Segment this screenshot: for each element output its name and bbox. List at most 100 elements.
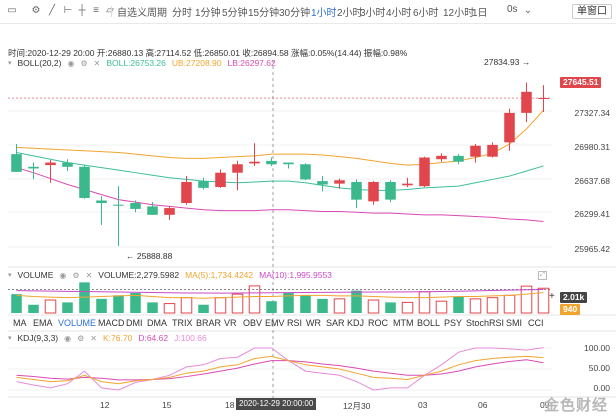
tab-obv[interactable]: OBV (243, 318, 262, 328)
candle-body (79, 166, 90, 198)
x-tick-0: 12 (100, 400, 110, 410)
candle-body (249, 161, 260, 164)
volume-bar (28, 304, 39, 313)
candle-body (334, 180, 345, 184)
kdj-y-100: 100.00 (584, 343, 610, 353)
volume-ma10-line (16, 288, 544, 294)
volume-bar (44, 299, 57, 314)
min-price-text: 25888.88 (136, 251, 173, 261)
tab-ema[interactable]: EMA (33, 318, 53, 328)
candle-body (368, 181, 379, 202)
volume-value: VOLUME:2,279.5982 (98, 270, 180, 280)
volume-bar (300, 295, 311, 313)
volume-bar (11, 294, 22, 313)
candle-body (266, 160, 277, 165)
tab-vr[interactable]: VR (224, 318, 237, 328)
volume-bar (385, 302, 396, 313)
volume-bar (96, 298, 107, 313)
max-price-label: 27834.93 → (484, 57, 530, 67)
kdj-j: J:100.66 (174, 333, 207, 343)
x-tick-3: 12月30 (343, 401, 371, 411)
kdj-legend: ▾ KDJ(9,3,3) ◉ ⚙ ✕ K:76.70 D:64.62 J:100… (8, 333, 207, 343)
candle-body (521, 91, 532, 113)
tab-kdj[interactable]: KDJ (347, 318, 364, 328)
candle-body (215, 172, 226, 188)
volume-bar (147, 302, 158, 313)
volume-collapse-icon[interactable]: ▾ (8, 271, 12, 279)
x-tick-2: 18 (225, 400, 235, 410)
volume-bar (503, 294, 516, 314)
boll-mid-line (16, 151, 544, 191)
volume-legend: ▾ VOLUME ◉ ⚙ ✕ VOLUME:2,279.5982 MA(5):1… (8, 270, 332, 280)
min-arrow: ← (126, 251, 135, 261)
tab-macd[interactable]: MACD (98, 318, 125, 328)
volume-low-tag: 940 (560, 304, 581, 315)
max-price-text: 27834.93 (484, 57, 520, 67)
candle-body (232, 164, 243, 173)
candle-body (283, 162, 294, 165)
tab-boll[interactable]: BOLL (417, 318, 440, 328)
kdj-d: D:64.62 (138, 333, 169, 343)
tab-brar[interactable]: BRAR (196, 318, 221, 328)
watermark: 金色财经 (543, 397, 608, 414)
candle-body (436, 155, 447, 160)
volume-visibility-icon[interactable]: ◉ (59, 271, 66, 280)
max-arrow: → (521, 57, 531, 67)
volume-bar (180, 297, 193, 314)
tab-dmi[interactable]: DMI (126, 318, 143, 328)
candle-body (351, 181, 362, 200)
kdj-collapse-icon[interactable]: ▾ (8, 334, 12, 342)
x-tick-1: 15 (162, 400, 172, 410)
volume-bar (248, 285, 261, 314)
kdj-visibility-icon[interactable]: ◉ (64, 334, 71, 343)
tab-smi[interactable]: SMI (506, 318, 522, 328)
tab-wr[interactable]: WR (306, 318, 321, 328)
kdj-settings-icon[interactable]: ⚙ (77, 334, 84, 343)
candle-body (164, 208, 175, 215)
price-tick-2: 26637.68 (574, 176, 610, 186)
volume-bar (453, 296, 464, 313)
candle-body (62, 162, 73, 167)
add-indicator-icon[interactable]: + (549, 291, 555, 302)
tab-ma[interactable]: MA (13, 318, 27, 328)
candle-body (538, 98, 549, 100)
candle-body (11, 154, 22, 172)
volume-bar (113, 295, 124, 313)
tab-roc[interactable]: ROC (368, 318, 388, 328)
kdj-name: KDJ(9,3,3) (17, 333, 59, 343)
tab-stochrsi[interactable]: StochRSI (466, 318, 504, 328)
volume-bar (469, 298, 482, 314)
volume-bar (367, 299, 380, 314)
tab-dma[interactable]: DMA (147, 318, 167, 328)
candle-body (113, 204, 124, 206)
kdj-k: K:76.70 (103, 333, 133, 343)
tab-sar[interactable]: SAR (326, 318, 345, 328)
volume-bar (214, 297, 227, 314)
tab-trix[interactable]: TRIX (172, 318, 193, 328)
candle-body (504, 112, 515, 143)
tab-cci[interactable]: CCI (528, 318, 544, 328)
volume-ma5-line (16, 292, 544, 299)
price-tick-4: 25965.42 (574, 244, 610, 254)
tab-psy[interactable]: PSY (444, 318, 462, 328)
kdj-close-icon[interactable]: ✕ (90, 334, 97, 343)
tab-mtm[interactable]: MTM (393, 318, 414, 328)
volume-close-icon[interactable]: ✕ (86, 271, 93, 280)
current-price-tag: 27645.51 (560, 77, 602, 88)
tab-volume[interactable]: VOLUME (58, 318, 96, 328)
candle-body (317, 181, 328, 185)
price-tick-3: 26299.41 (574, 209, 610, 219)
candle-body (385, 181, 396, 200)
volume-settings-icon[interactable]: ⚙ (72, 271, 79, 280)
crosshair-time-tag: 2020-12-29 20:00:00 (236, 398, 317, 410)
volume-bar (317, 298, 328, 313)
candle-body (28, 166, 39, 169)
volume-ma5: MA(5):1,734.4242 (185, 270, 254, 280)
candle-body (470, 145, 481, 157)
tab-rsi[interactable]: RSI (287, 318, 302, 328)
candle-body (130, 203, 141, 209)
boll-lower-line (16, 167, 544, 223)
volume-high-tag: 2.01k (560, 292, 588, 303)
tab-emv[interactable]: EMV (265, 318, 285, 328)
volume-expand-icon[interactable]: ⤢ (538, 271, 547, 280)
